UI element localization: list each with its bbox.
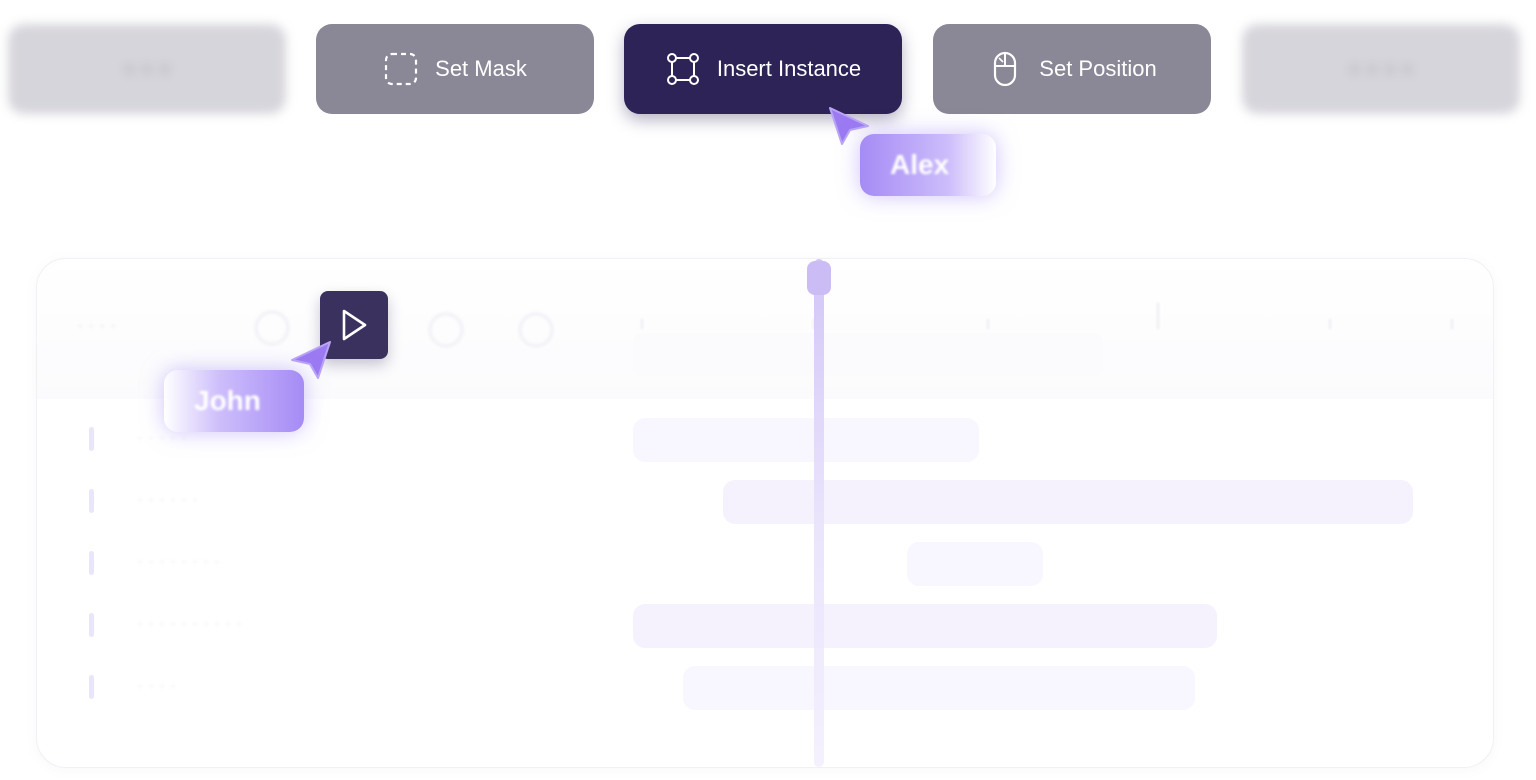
timeline-panel: · · · · · · · · · · · · · · · · · · · · … bbox=[36, 258, 1494, 768]
track-color-marker bbox=[89, 613, 94, 637]
track-row[interactable]: · · · · · · bbox=[37, 471, 1493, 533]
ruler-tick bbox=[1157, 303, 1159, 329]
track-clip[interactable] bbox=[633, 418, 979, 462]
faint-control-icon[interactable] bbox=[429, 313, 463, 347]
set-position-button[interactable]: Set Position bbox=[933, 24, 1211, 114]
collaborator-name: John bbox=[194, 385, 261, 416]
ruler-tick bbox=[1329, 319, 1331, 329]
ruler-tick bbox=[1451, 319, 1453, 329]
toolbar-button-right-faded[interactable]: ● ● ● ● bbox=[1242, 24, 1520, 114]
track-label: · · · · · · bbox=[137, 489, 198, 509]
track-label: · · · · · · · · bbox=[137, 551, 220, 571]
set-mask-label: Set Mask bbox=[435, 56, 527, 81]
faint-control-icon[interactable] bbox=[255, 311, 289, 345]
track-clip[interactable] bbox=[907, 542, 1043, 586]
collaborator-cursor-label: John bbox=[164, 370, 304, 432]
ruler-tick bbox=[641, 319, 643, 329]
track-row[interactable]: · · · · bbox=[37, 657, 1493, 719]
blurred-icon: ● ● ● ● bbox=[1348, 57, 1414, 80]
track-color-marker bbox=[89, 551, 94, 575]
track-color-marker bbox=[89, 489, 94, 513]
collaborator-name: Alex bbox=[890, 149, 950, 180]
stage: ● ● ● Set Mask Insert Instance Set Posit… bbox=[0, 0, 1536, 780]
track-row[interactable]: · · · · · · · · · · bbox=[37, 595, 1493, 657]
track-clip[interactable] bbox=[633, 604, 1217, 648]
track-clip[interactable] bbox=[723, 480, 1413, 524]
set-mask-button[interactable]: Set Mask bbox=[316, 24, 594, 114]
track-row[interactable]: · · · · · · · · bbox=[37, 533, 1493, 595]
playhead-handle[interactable] bbox=[807, 261, 831, 295]
play-icon bbox=[342, 309, 367, 341]
track-label: · · · · bbox=[137, 675, 176, 695]
ruler-tick bbox=[987, 319, 989, 329]
toolbar-button-left-faded[interactable]: ● ● ● bbox=[8, 24, 286, 114]
track-color-marker bbox=[89, 675, 94, 699]
timeline-time-readout: · · · · bbox=[77, 315, 116, 335]
time-ruler bbox=[633, 333, 1103, 375]
dashed-square-icon bbox=[385, 52, 418, 86]
faint-control-icon[interactable] bbox=[519, 313, 553, 347]
track-clip[interactable] bbox=[683, 666, 1195, 710]
collaborator-cursor-label: Alex bbox=[860, 134, 996, 196]
insert-instance-label: Insert Instance bbox=[716, 56, 862, 81]
insert-instance-button[interactable]: Insert Instance bbox=[624, 24, 902, 114]
mouse-icon bbox=[994, 51, 1017, 87]
track-label: · · · · · · · · · · bbox=[137, 613, 242, 633]
track-color-marker bbox=[89, 427, 94, 451]
playhead-line bbox=[814, 259, 824, 767]
node-square-icon bbox=[666, 53, 699, 85]
blurred-icon: ● ● ● bbox=[123, 57, 171, 80]
set-position-label: Set Position bbox=[1039, 56, 1157, 81]
